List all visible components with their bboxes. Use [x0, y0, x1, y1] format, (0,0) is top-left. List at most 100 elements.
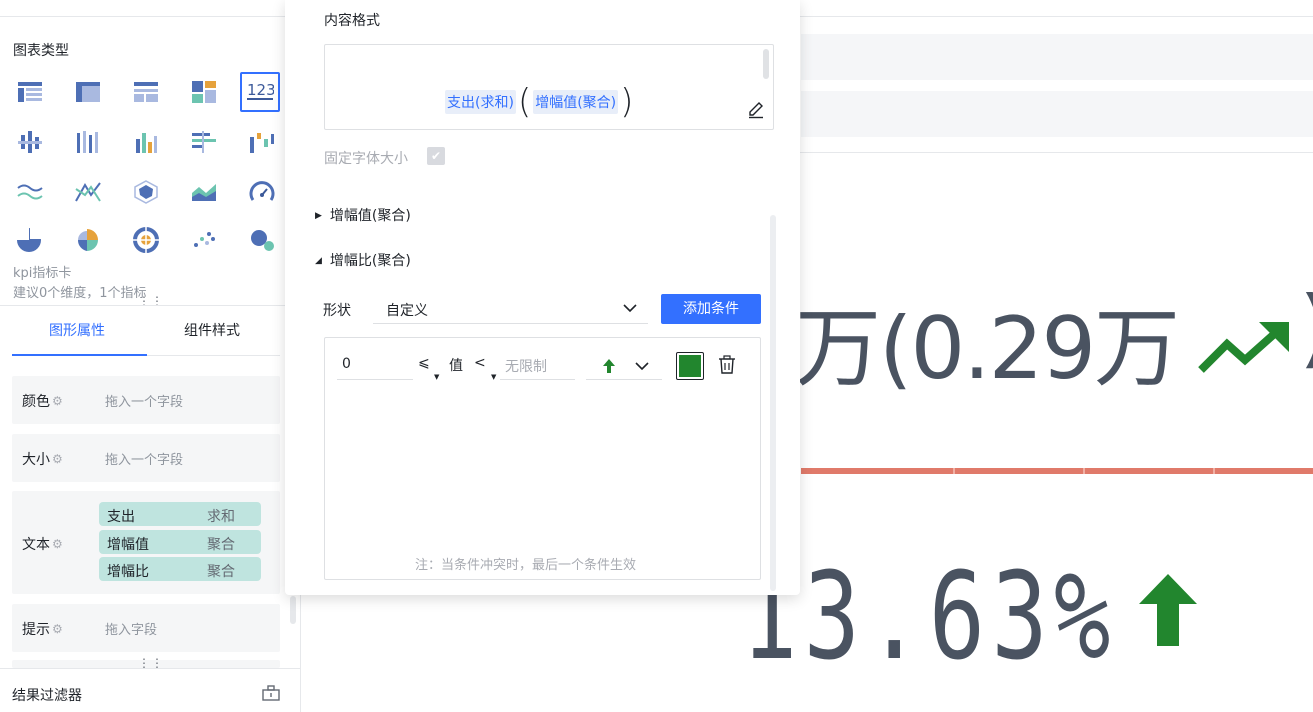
fixed-font-size-checkbox[interactable]: ✔	[427, 147, 445, 165]
bubble-icon[interactable]	[242, 220, 282, 260]
check-icon: ✔	[430, 149, 442, 163]
tab-component-style[interactable]: 组件样式	[184, 320, 240, 340]
field-name: 支出	[107, 509, 135, 525]
size-property[interactable]: 大小 ⚙ 拖入一个字段	[12, 434, 280, 482]
size-label: 大小 ⚙	[22, 452, 63, 468]
condition-max-placeholder: 无限制	[505, 359, 547, 375]
shape-label: 形状	[323, 303, 351, 319]
area-wave-icon[interactable]	[10, 172, 50, 212]
condition-min-input[interactable]: 0	[337, 352, 413, 380]
caret-right-icon: ▶	[315, 211, 322, 221]
filter-settings-icon[interactable]	[262, 685, 280, 705]
condition-min-value: 0	[342, 356, 351, 372]
tab-graphic-properties[interactable]: 图形属性	[49, 320, 105, 340]
preview-header-bar	[801, 34, 1313, 80]
selected-chart-hint: 建议0个维度，1个指标	[13, 286, 147, 301]
detail-table-icon[interactable]	[126, 72, 166, 112]
cross-table-icon[interactable]	[68, 72, 108, 112]
chevron-down-icon	[634, 358, 650, 378]
section-label: 增幅值(聚合)	[329, 208, 411, 224]
fixed-font-size-label: 固定字体大小	[324, 151, 408, 167]
pie-icon[interactable]	[10, 220, 50, 260]
kpi-divider-line	[801, 468, 1313, 474]
scrollbar[interactable]	[770, 215, 776, 591]
scatter-icon[interactable]	[184, 220, 224, 260]
size-drop-zone[interactable]: 拖入一个字段	[105, 449, 183, 468]
edit-icon[interactable]	[747, 101, 765, 123]
tooltip-drop-zone[interactable]: 拖入字段	[105, 619, 157, 638]
gear-icon[interactable]: ⚙	[52, 537, 63, 551]
section-increase-value[interactable]: ▶ 增幅值(聚合)	[315, 205, 411, 225]
operator-right[interactable]: <	[474, 355, 486, 371]
paren-close: )	[620, 82, 634, 122]
expression-token[interactable]: 支出(求和)	[445, 90, 516, 114]
condition-max-input[interactable]: 无限制	[500, 352, 575, 380]
preview-header-bar	[801, 91, 1313, 137]
color-drop-zone[interactable]: 拖入一个字段	[105, 391, 183, 410]
selected-chart-name: kpi指标卡	[13, 266, 72, 281]
add-condition-button[interactable]: 添加条件	[661, 294, 761, 324]
content-format-editor[interactable]: 支出(求和) ( 增幅值(聚合) )	[324, 44, 774, 130]
active-tab-indicator	[12, 354, 147, 356]
tooltip-property[interactable]: 提示 ⚙ 拖入字段	[12, 604, 280, 652]
expression-token[interactable]: 增幅值(聚合)	[533, 90, 619, 114]
section-increase-ratio[interactable]: ◢ 增幅比(聚合)	[315, 250, 411, 270]
chart-type-title: 图表类型	[13, 43, 69, 59]
line-icon[interactable]	[68, 172, 108, 212]
area-icon[interactable]	[184, 172, 224, 212]
value-label: 值	[449, 358, 463, 374]
sunburst-icon[interactable]	[126, 220, 166, 260]
arrow-up-icon	[1137, 572, 1199, 652]
scrollbar[interactable]	[290, 596, 296, 624]
text-property: 文本 ⚙ 支出 求和 增幅值 聚合 增幅比 聚合	[12, 491, 280, 594]
trend-up-icon	[1197, 318, 1293, 382]
tooltip-label: 提示 ⚙	[22, 622, 63, 638]
caret-down-icon[interactable]: ▼	[491, 373, 496, 381]
condition-note: 注：当条件冲突时，最后一个条件生效	[415, 558, 637, 573]
field-aggregation[interactable]: 聚合	[207, 561, 235, 581]
trash-icon[interactable]	[718, 355, 736, 379]
field-chip[interactable]: 增幅比 聚合	[99, 557, 261, 581]
condition-list: 0 ⩽ ▼ 值 < ▼ 无限制 注：当条件冲突时，最后一个条件生效	[324, 337, 761, 580]
svg-text:123: 123	[247, 81, 274, 99]
gear-icon[interactable]: ⚙	[52, 394, 63, 408]
gear-icon[interactable]: ⚙	[52, 452, 63, 466]
waterfall-icon[interactable]	[242, 122, 282, 162]
format-popup: 内容格式 支出(求和) ( 增幅值(聚合) ) 固定字体大小 ✔ ▶ 增幅值(聚合…	[285, 0, 800, 595]
block-icon[interactable]	[184, 72, 224, 112]
rose-icon[interactable]	[68, 220, 108, 260]
field-aggregation[interactable]: 聚合	[207, 534, 235, 554]
gear-icon[interactable]: ⚙	[52, 622, 63, 636]
column-icon[interactable]	[126, 122, 166, 162]
kpi-top-value: 万(0.29万	[795, 299, 1180, 399]
property-tabs: 图形属性 组件样式	[12, 306, 280, 356]
field-chip[interactable]: 增幅值 聚合	[99, 530, 261, 554]
color-property[interactable]: 颜色 ⚙ 拖入一个字段	[12, 376, 280, 424]
shape-select-value: 自定义	[386, 303, 428, 319]
result-filter-title: 结果过滤器	[12, 688, 82, 704]
scrollbar[interactable]	[763, 49, 769, 79]
stacked-bar-icon[interactable]	[68, 122, 108, 162]
chevron-down-icon	[622, 300, 638, 320]
kpi-icon[interactable]: 123	[240, 72, 280, 112]
bar-h-icon[interactable]	[184, 122, 224, 162]
caret-down-icon[interactable]: ▼	[434, 373, 439, 381]
operator-left[interactable]: ⩽	[418, 355, 430, 371]
field-name: 增幅值	[107, 537, 149, 553]
condition-color-picker[interactable]	[676, 352, 704, 380]
field-chip[interactable]: 支出 求和	[99, 502, 261, 526]
table-icon[interactable]	[10, 72, 50, 112]
radar-icon[interactable]	[126, 172, 166, 212]
grouped-bar-icon[interactable]	[10, 122, 50, 162]
arrow-up-icon	[602, 358, 616, 378]
field-name: 增幅比	[107, 564, 149, 580]
paren-open: (	[517, 82, 532, 122]
format-expression: 支出(求和) ( 增幅值(聚合) )	[445, 85, 635, 119]
result-filter[interactable]: 结果过滤器	[0, 668, 300, 712]
shape-select[interactable]: 自定义	[373, 294, 648, 324]
condition-icon-select[interactable]	[586, 352, 662, 380]
field-aggregation[interactable]: 求和	[207, 506, 235, 526]
section-label: 增幅比(聚合)	[329, 253, 411, 269]
gauge-icon[interactable]	[242, 172, 282, 212]
text-label: 文本 ⚙	[22, 537, 63, 553]
